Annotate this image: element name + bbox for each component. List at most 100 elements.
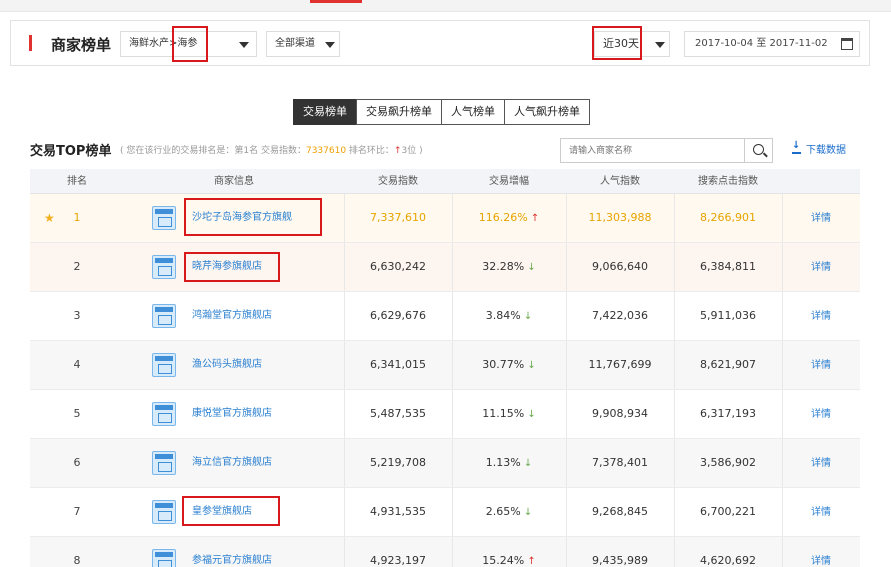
- shop-name-link[interactable]: 鸿瀚堂官方旗舰店: [192, 292, 272, 340]
- shop-icon: [152, 451, 176, 475]
- shop-name-link[interactable]: 参福元官方旗舰店: [192, 537, 272, 567]
- chevron-down-icon: [325, 42, 335, 48]
- rank-cell: 7: [30, 488, 124, 536]
- growth-value: 3.84%: [485, 309, 521, 322]
- top-nav-strip: [0, 0, 891, 12]
- rank-cell: 6: [30, 439, 124, 487]
- rank-cell: 8: [30, 537, 124, 567]
- tab-popularity[interactable]: 人气榜单: [441, 99, 505, 125]
- shop-cell: 渔公码头旗舰店: [124, 341, 344, 389]
- trade-growth-cell: 32.28% ↓: [452, 243, 566, 291]
- arrow-down-icon: ↓: [524, 409, 536, 420]
- growth-value: 2.65%: [485, 505, 521, 518]
- col-popularity: 人气指数: [600, 176, 640, 187]
- shop-name-link[interactable]: 渔公码头旗舰店: [192, 341, 262, 389]
- popularity-index-cell: 9,908,934: [592, 407, 648, 420]
- rank-value: 2: [73, 260, 81, 273]
- trade-index-cell: 4,931,535: [370, 505, 426, 518]
- detail-cell: 详情: [782, 341, 860, 389]
- shop-cell: 参福元官方旗舰店: [124, 537, 344, 567]
- trade-index-cell: 4,923,197: [370, 554, 426, 567]
- trade-growth-cell: 30.77% ↓: [452, 341, 566, 389]
- ranking-tabs: 交易榜单 交易飙升榜单 人气榜单 人气飙升榜单: [293, 99, 590, 125]
- tab-trade[interactable]: 交易榜单: [293, 99, 357, 125]
- shop-name-link[interactable]: 康悦堂官方旗舰店: [192, 390, 272, 438]
- trade-index-cell: 6,629,676: [370, 309, 426, 322]
- detail-link[interactable]: 详情: [811, 507, 831, 518]
- detail-link[interactable]: 详情: [811, 213, 831, 224]
- chevron-down-icon: [239, 42, 249, 48]
- trade-growth-cell: 2.65% ↓: [452, 488, 566, 536]
- tab-trade-rising[interactable]: 交易飙升榜单: [356, 99, 442, 125]
- detail-link[interactable]: 详情: [811, 458, 831, 469]
- rank-cell: 3: [30, 292, 124, 340]
- col-search-click: 搜索点击指数: [698, 176, 758, 187]
- trade-growth-cell: 3.84% ↓: [452, 292, 566, 340]
- col-growth: 交易增幅: [489, 176, 529, 187]
- arrow-down-icon: ↓: [520, 458, 533, 469]
- popularity-index-cell: 9,066,640: [592, 260, 648, 273]
- page-title: 商家榜单: [51, 36, 112, 54]
- popularity-index-cell: 7,378,401: [592, 456, 648, 469]
- trade-index-cell: 5,487,535: [370, 407, 426, 420]
- annotation-box: [182, 496, 280, 526]
- table-row: 8 参福元官方旗舰店 4,923,197 9,435,989 4,620,692 15.2…: [30, 537, 860, 567]
- ranking-table: 排名 商家信息 交易指数 交易增幅 人气指数 搜索点击指数 ★ 1 沙坨子岛海参官方…: [30, 169, 860, 567]
- growth-value: 32.28%: [482, 260, 525, 273]
- download-button[interactable]: 下载数据: [792, 140, 846, 156]
- date-separator: 至: [756, 38, 767, 49]
- detail-link[interactable]: 详情: [811, 409, 831, 420]
- table-body: ★ 1 沙坨子岛海参官方旗舰 7,337,610 11,303,988 8,266,901…: [30, 194, 860, 567]
- date-end: 2017-11-02: [769, 38, 828, 49]
- search-input[interactable]: [561, 139, 745, 162]
- download-icon: [792, 140, 801, 154]
- detail-link[interactable]: 详情: [811, 360, 831, 371]
- annotation-box: [592, 26, 642, 60]
- date-range-picker[interactable]: 2017-10-04 至 2017-11-02: [684, 31, 860, 57]
- filter-header: 商家榜单 海鲜水产>海参 全部渠道 近30天 2017-10-04 至 2017…: [10, 20, 870, 66]
- growth-value: 30.77%: [482, 358, 525, 371]
- detail-cell: 详情: [782, 439, 860, 487]
- arrow-down-icon: ↓: [524, 360, 536, 371]
- channel-select[interactable]: 全部渠道: [266, 31, 340, 57]
- rank-cell: 5: [30, 390, 124, 438]
- col-rank: 排名: [67, 176, 87, 187]
- trade-growth-cell: 15.24% ↑: [452, 537, 566, 567]
- col-shop: 商家信息: [214, 176, 254, 187]
- popularity-index-cell: 11,303,988: [588, 211, 652, 224]
- shop-search: [560, 138, 773, 163]
- shop-icon: [152, 206, 176, 230]
- ranking-note-prefix: ( 您在该行业的交易排名是：第1名 交易指数：: [120, 146, 306, 156]
- rank-value: 4: [73, 358, 81, 371]
- table-row: 3 鸿瀚堂官方旗舰店 6,629,676 7,422,036 5,911,036 3.84…: [30, 292, 860, 341]
- arrow-down-icon: ↓: [524, 262, 536, 273]
- search-click-index-cell: 8,621,907: [700, 358, 756, 371]
- ranking-note-change: 3位 ): [401, 146, 423, 156]
- channel-select-value: 全部渠道: [275, 38, 315, 49]
- shop-cell: 康悦堂官方旗舰店: [124, 390, 344, 438]
- detail-cell: 详情: [782, 243, 860, 291]
- trade-growth-cell: 11.15% ↓: [452, 390, 566, 438]
- search-icon: [753, 144, 764, 155]
- section-title: 交易TOP榜单: [30, 144, 112, 159]
- detail-cell: 详情: [782, 292, 860, 340]
- ranking-note: ( 您在该行业的交易排名是：第1名 交易指数：7337610 排名环比：↑3位 …: [120, 143, 423, 156]
- annotation-box: [184, 252, 280, 282]
- arrow-up-icon: ↑: [527, 213, 540, 224]
- search-click-index-cell: 8,266,901: [700, 211, 756, 224]
- search-click-index-cell: 5,911,036: [700, 309, 756, 322]
- table-row: ★ 1 沙坨子岛海参官方旗舰 7,337,610 11,303,988 8,266,901…: [30, 194, 860, 243]
- rank-value: 6: [73, 456, 81, 469]
- search-click-index-cell: 3,586,902: [700, 456, 756, 469]
- search-button[interactable]: [744, 139, 772, 162]
- trade-index-cell: 6,630,242: [370, 260, 426, 273]
- tab-popularity-rising[interactable]: 人气飙升榜单: [504, 99, 590, 125]
- detail-link[interactable]: 详情: [811, 262, 831, 273]
- detail-cell: 详情: [782, 194, 860, 242]
- arrow-down-icon: ↓: [520, 311, 533, 322]
- detail-link[interactable]: 详情: [811, 556, 831, 567]
- detail-link[interactable]: 详情: [811, 311, 831, 322]
- popularity-index-cell: 9,435,989: [592, 554, 648, 567]
- shop-name-link[interactable]: 海立信官方旗舰店: [192, 439, 272, 487]
- calendar-icon[interactable]: [841, 38, 853, 50]
